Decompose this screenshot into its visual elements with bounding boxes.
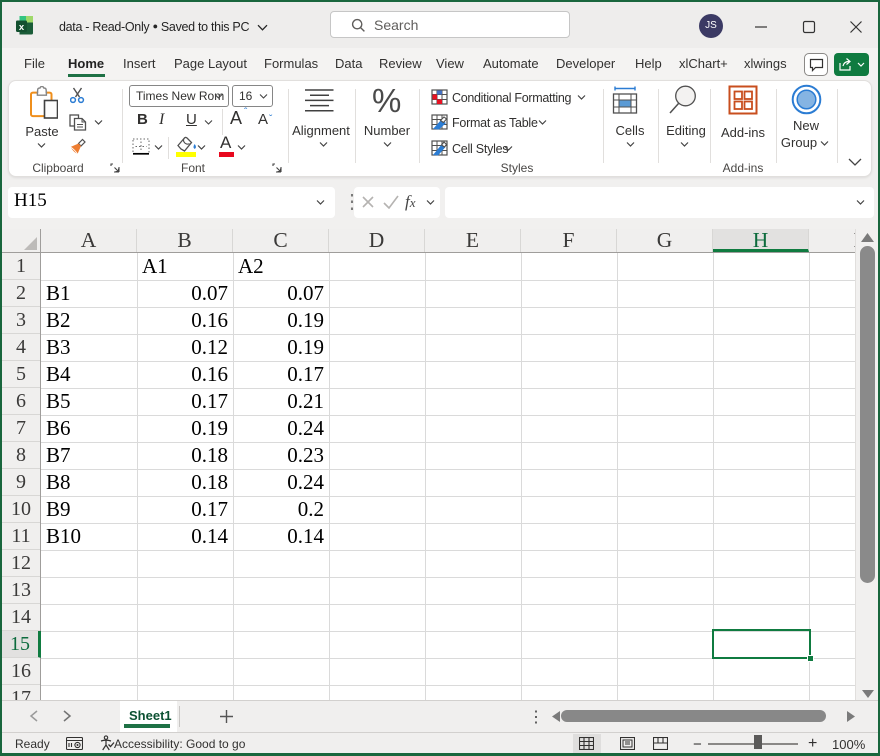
svg-text:x: x xyxy=(19,22,25,33)
